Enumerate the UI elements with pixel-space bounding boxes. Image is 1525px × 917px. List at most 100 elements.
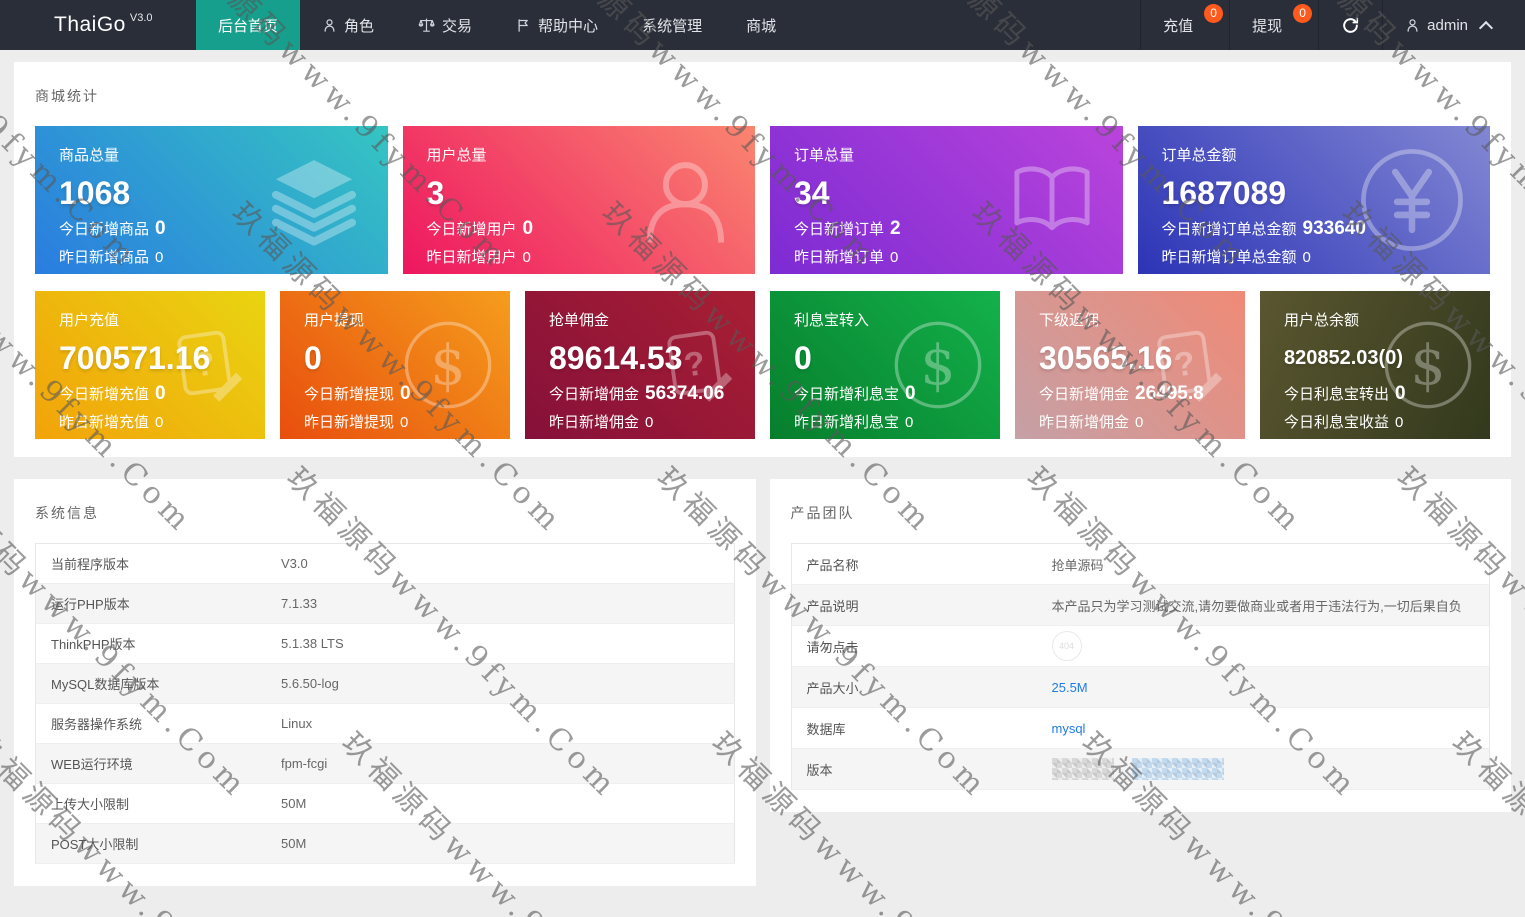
- svg-text:?: ?: [682, 344, 708, 384]
- card-line-value: 2: [890, 218, 901, 239]
- doc-question-icon: ?: [177, 330, 243, 402]
- user-menu[interactable]: admin: [1382, 0, 1513, 50]
- withdraw-badge: 0: [1293, 4, 1313, 23]
- card-line-value: 0: [905, 414, 914, 431]
- stat-card-users-total: 用户总量 3 今日新增用户 0 昨日新增用户 0: [402, 126, 755, 274]
- bottom-panels: 系统信息 当前程序版本 V3.0 运行PHP版本 7.1.33 ThinkPHP版本…: [14, 479, 1511, 886]
- row-value: fpm-fcgi: [266, 743, 734, 784]
- row-value: V3.0: [266, 543, 734, 584]
- row-label: POST大小限制: [35, 823, 266, 864]
- product-team-table: 产品名称 抢单源码 产品说明 本产品只为学习测试交流,请勿要做商业或者用于违法行为,…: [790, 543, 1490, 790]
- refresh-icon: [1343, 17, 1359, 33]
- top-navbar: ThaiGo V3.0 后台首页 角色 交易 帮助中心 系统管理 商城 充值 0: [0, 0, 1525, 50]
- stat-card-orders-total: 订单总量 34 今日新增订单 2 昨日新增订单 0: [770, 126, 1123, 274]
- brand-logo[interactable]: ThaiGo V3.0: [0, 0, 196, 50]
- person-icon: [646, 162, 725, 243]
- card-line-label: 今日利息宝收益: [1284, 414, 1390, 431]
- panel-title: 产品团队: [790, 505, 855, 521]
- recharge-button[interactable]: 充值 0: [1140, 0, 1229, 50]
- table-row: 版本: [791, 748, 1490, 790]
- broken-image-404[interactable]: 404: [1051, 631, 1082, 661]
- yen-circle-icon: [1361, 149, 1463, 251]
- nav-item-label: 帮助中心: [538, 17, 599, 35]
- svg-text:$: $: [431, 333, 466, 397]
- row-value: 5.6.50-log: [266, 663, 734, 704]
- broken-image-text: 404: [1058, 641, 1075, 651]
- card-line-label: 昨日新增提现: [304, 414, 395, 431]
- card-line-value: 0: [155, 414, 164, 431]
- nav-item-mall[interactable]: 商城: [724, 0, 798, 50]
- product-size-link[interactable]: 25.5M: [1052, 680, 1088, 695]
- row-value: 抢单源码: [1036, 543, 1490, 585]
- stat-card-user-withdraw: 用户提现 0 今日新增提现 0 昨日新增提现 0 $: [280, 291, 510, 439]
- recharge-label: 充值: [1163, 17, 1194, 35]
- stat-card-goods-total: 商品总量 1068 今日新增商品 0 昨日新增商品 0: [35, 126, 388, 274]
- stat-card-user-recharge: 用户充值 700571.16 今日新增充值 0 昨日新增充值 0 ?: [35, 291, 265, 439]
- navbar-right: 充值 0 提现 0 admin: [1140, 0, 1513, 50]
- card-line-label: 今日新增商品: [59, 221, 150, 238]
- withdraw-label: 提现: [1252, 17, 1283, 35]
- nav-item-home[interactable]: 后台首页: [196, 0, 301, 50]
- nav-item-label: 交易: [442, 17, 473, 35]
- svg-text:?: ?: [1172, 344, 1198, 384]
- table-row: 数据库 mysql: [791, 707, 1490, 749]
- card-line-value: 0: [155, 218, 166, 239]
- user-name: admin: [1427, 16, 1468, 34]
- system-info-table: 当前程序版本 V3.0 运行PHP版本 7.1.33 ThinkPHP版本 5.1.3…: [35, 543, 735, 864]
- panel-title: 商城统计: [35, 88, 99, 104]
- row-label: 服务器操作系统: [35, 703, 266, 744]
- row-label: 产品大小: [791, 666, 1037, 708]
- table-row: 请勿点击 404: [791, 625, 1490, 667]
- card-line-label: 昨日新增商品: [59, 249, 150, 266]
- svg-text:$: $: [921, 333, 956, 397]
- nav-item-roles[interactable]: 角色: [300, 0, 396, 50]
- table-row: POST大小限制 50M: [35, 823, 734, 864]
- card-line-label: 昨日新增佣金: [549, 414, 640, 431]
- card-line-label: 今日新增佣金: [549, 386, 640, 403]
- table-row: 产品大小 25.5M: [791, 666, 1490, 708]
- row-label: 产品名称: [791, 543, 1037, 585]
- stat-card-grab-commission: 抢单佣金 89614.53 今日新增佣金 56374.06 昨日新增佣金 0 ?: [525, 291, 755, 439]
- card-line-label: 今日新增提现: [304, 386, 395, 403]
- database-link[interactable]: mysql: [1052, 721, 1086, 736]
- card-line-label: 今日利息宝转出: [1284, 386, 1390, 403]
- refresh-button[interactable]: [1318, 0, 1382, 50]
- brand-version: V3.0: [129, 12, 153, 24]
- recharge-badge: 0: [1204, 4, 1224, 23]
- row-label: 产品说明: [791, 584, 1037, 626]
- dollar-circle-icon: $: [1384, 321, 1472, 409]
- table-row: ThinkPHP版本 5.1.38 LTS: [35, 623, 734, 664]
- stat-card-order-amount: 订单总金额 1687089 今日新增订单总金额 933640 昨日新增订单总金额 0: [1137, 126, 1490, 274]
- nav-item-help-center[interactable]: 帮助中心: [494, 0, 620, 50]
- nav-item-trade[interactable]: 交易: [396, 0, 494, 50]
- nav-item-label: 角色: [344, 17, 375, 35]
- row-label: MySQL数据库版本: [35, 663, 266, 704]
- dollar-circle-icon: $: [404, 321, 492, 409]
- row-label: 运行PHP版本: [35, 583, 266, 624]
- nav-item-label: 商城: [746, 17, 777, 35]
- card-line-label: 今日新增用户: [426, 221, 517, 238]
- card-line-value: 0: [1302, 249, 1311, 266]
- card-line-value: 0: [1135, 414, 1144, 431]
- card-line-label: 昨日新增充值: [59, 414, 150, 431]
- table-row: 上传大小限制 50M: [35, 783, 734, 824]
- nav-item-label: 后台首页: [218, 17, 279, 35]
- card-line-value: 0: [890, 249, 899, 266]
- row-value: 50M: [266, 823, 734, 864]
- stat-cards-row2: 用户充值 700571.16 今日新增充值 0 昨日新增充值 0 ? 用户提现 0 …: [35, 291, 1490, 439]
- pixelated-block: [1051, 758, 1114, 780]
- system-info-panel: 系统信息 当前程序版本 V3.0 运行PHP版本 7.1.33 ThinkPHP版本…: [14, 479, 756, 886]
- row-value: 5.1.38 LTS: [266, 623, 734, 664]
- row-value: 本产品只为学习测试交流,请勿要做商业或者用于违法行为,一切后果自负: [1036, 584, 1490, 626]
- mall-stats-panel: 商城统计 商品总量 1068 今日新增商品 0 昨日新增商品 0 用户总量 3 今日…: [14, 62, 1511, 457]
- card-line-label: 今日新增佣金: [1039, 386, 1130, 403]
- row-label: 请勿点击: [791, 625, 1037, 667]
- table-row: 当前程序版本 V3.0: [35, 543, 734, 584]
- svg-text:?: ?: [192, 344, 218, 384]
- stat-card-sub-rebate: 下级返佣 30565.16 今日新增佣金 26495.8 昨日新增佣金 0 ?: [1015, 291, 1245, 439]
- card-line-value: 0: [400, 414, 409, 431]
- card-line-label: 昨日新增订单: [794, 249, 885, 266]
- nav-item-system-manage[interactable]: 系统管理: [620, 0, 724, 50]
- withdraw-button[interactable]: 提现 0: [1229, 0, 1318, 50]
- card-line-label: 昨日新增用户: [426, 249, 517, 266]
